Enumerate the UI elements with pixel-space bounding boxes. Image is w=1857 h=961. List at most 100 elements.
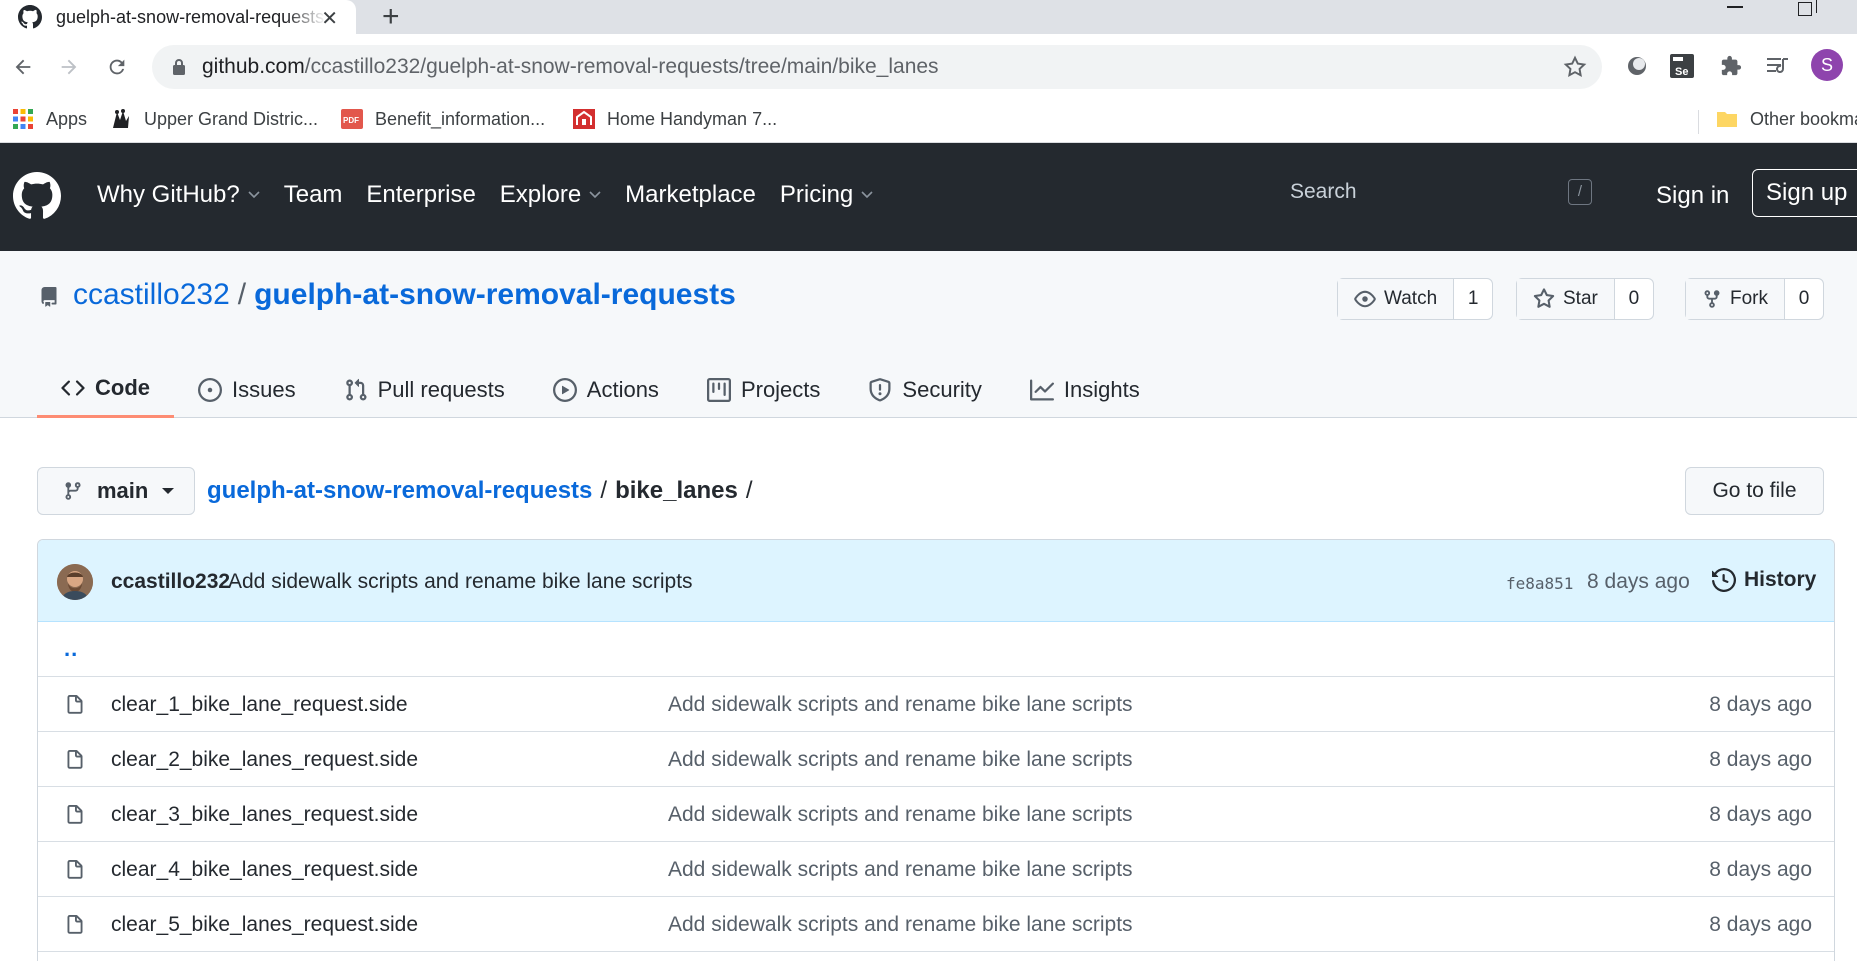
table-row: clear_4_bike_lanes_request.side Add side…	[38, 842, 1834, 897]
sign-in-link[interactable]: Sign in	[1656, 182, 1729, 210]
history-icon	[1712, 568, 1736, 592]
branch-select-button[interactable]: main	[37, 467, 195, 515]
repo-owner-link[interactable]: ccastillo232	[73, 278, 230, 312]
github-logo-icon[interactable]	[13, 172, 61, 220]
browser-tabstrip: guelph-at-snow-removal-requests/bike_lan…	[0, 0, 1857, 34]
nav-pricing[interactable]: Pricing	[780, 181, 873, 209]
commit-sha-link[interactable]: fe8a851	[1506, 574, 1573, 593]
chevron-down-icon	[248, 191, 260, 199]
url-text: github.com/ccastillo232/guelph-at-snow-r…	[202, 55, 939, 79]
tab-pull-requests[interactable]: Pull requests	[320, 361, 529, 418]
file-commit-message-link[interactable]: Add sidewalk scripts and rename bike lan…	[668, 858, 1133, 882]
search-input[interactable]: Search /	[1272, 169, 1600, 215]
new-tab-icon[interactable]: +	[382, 0, 400, 34]
shield-icon	[869, 377, 891, 402]
svg-text:PDF: PDF	[343, 116, 359, 125]
commit-message-link[interactable]: Add sidewalk scripts and rename bike lan…	[228, 570, 693, 594]
tab-code[interactable]: Code	[37, 361, 174, 418]
selenium-extension-icon[interactable]: Se	[1668, 52, 1696, 80]
bookmark-benefit-info[interactable]: PDF Benefit_information...	[341, 108, 545, 130]
tab-actions[interactable]: Actions	[529, 361, 683, 418]
avatar[interactable]	[57, 564, 93, 600]
tab-label: Issues	[232, 376, 296, 402]
profile-avatar[interactable]: S	[1811, 49, 1843, 81]
file-name-link[interactable]: clear_5_bike_lanes_request.side	[111, 913, 418, 937]
go-to-file-button[interactable]: Go to file	[1685, 467, 1824, 515]
file-commit-message-link[interactable]: Add sidewalk scripts and rename bike lan…	[668, 913, 1133, 937]
fork-button-group: Fork 0	[1685, 278, 1824, 320]
window-minimize-icon[interactable]	[1727, 6, 1743, 8]
caret-down-icon	[162, 488, 175, 494]
extensions-puzzle-icon[interactable]	[1717, 52, 1745, 80]
eye-icon	[1354, 290, 1376, 308]
nav-why-github[interactable]: Why GitHub?	[97, 181, 260, 209]
watch-button-group: Watch 1	[1337, 278, 1494, 320]
back-arrow-icon[interactable]	[6, 50, 40, 84]
graph-icon	[1029, 379, 1054, 400]
url-host: github.com	[202, 55, 305, 78]
nav-label: Marketplace	[625, 181, 756, 208]
file-name-link[interactable]: clear_4_bike_lanes_request.side	[111, 858, 418, 882]
github-favicon-icon	[18, 5, 42, 29]
nav-team[interactable]: Team	[284, 181, 343, 209]
browser-tab[interactable]: guelph-at-snow-removal-requests/bike_lan…	[0, 0, 356, 34]
extension-circle-icon[interactable]	[1623, 52, 1651, 80]
forward-arrow-icon[interactable]	[52, 50, 86, 84]
fork-count[interactable]: 0	[1785, 279, 1823, 319]
bookmark-label: Upper Grand Distric...	[144, 108, 319, 129]
bookmark-label: Benefit_information...	[375, 108, 546, 129]
home-hardware-icon	[573, 109, 595, 129]
star-button[interactable]: Star	[1517, 279, 1615, 319]
tab-label: Code	[95, 375, 150, 400]
file-name-link[interactable]: clear_3_bike_lanes_request.side	[111, 803, 418, 827]
reading-list-icon[interactable]	[1764, 52, 1792, 80]
file-commit-message-link[interactable]: Add sidewalk scripts and rename bike lan…	[668, 748, 1133, 772]
bookmark-other[interactable]: Other bookmarks	[1716, 108, 1857, 130]
breadcrumb-repo-link[interactable]: guelph-at-snow-removal-requests	[207, 477, 592, 505]
svg-text:Se: Se	[1675, 66, 1688, 78]
file-age: 8 days ago	[1709, 858, 1812, 881]
window-restore-icon[interactable]	[1798, 0, 1817, 16]
tab-insights[interactable]: Insights	[1006, 361, 1164, 418]
watch-count[interactable]: 1	[1454, 279, 1493, 319]
pdf-icon: PDF	[341, 109, 363, 129]
sign-up-button[interactable]: Sign up	[1752, 169, 1857, 217]
tab-issues[interactable]: Issues	[174, 361, 320, 418]
nav-label: Explore	[499, 181, 582, 208]
watch-label: Watch	[1384, 288, 1438, 309]
repo-icon	[41, 287, 57, 307]
history-link[interactable]: History	[1712, 568, 1816, 592]
lock-icon	[173, 59, 185, 75]
parent-directory-link[interactable]: ..	[64, 636, 78, 662]
tab-security[interactable]: Security	[844, 361, 1005, 418]
tab-close-icon[interactable]: ✕	[321, 6, 338, 31]
file-commit-message-link[interactable]: Add sidewalk scripts and rename bike lan…	[668, 803, 1133, 827]
nav-marketplace[interactable]: Marketplace	[625, 181, 756, 209]
bookmark-apps[interactable]: Apps	[12, 108, 87, 130]
file-age: 8 days ago	[1709, 913, 1812, 936]
branch-icon	[65, 482, 81, 500]
nav-explore[interactable]: Explore	[500, 181, 601, 209]
table-row: clear_3_bike_lanes_request.side Add side…	[38, 787, 1834, 842]
bookmark-home-handyman[interactable]: Home Handyman 7...	[573, 108, 777, 130]
search-placeholder: Search	[1290, 180, 1357, 203]
nav-enterprise[interactable]: Enterprise	[366, 181, 475, 209]
commit-author-link[interactable]: ccastillo232	[111, 570, 230, 594]
file-name-link[interactable]: clear_2_bike_lanes_request.side	[111, 748, 418, 772]
reload-icon[interactable]	[100, 50, 134, 84]
bookmark-upper-grand[interactable]: Upper Grand Distric...	[110, 108, 318, 130]
file-icon	[67, 750, 83, 769]
fork-button[interactable]: Fork	[1686, 279, 1785, 319]
bookmark-star-icon[interactable]	[1562, 54, 1588, 80]
file-rows: clear_1_bike_lane_request.side Add sidew…	[38, 677, 1834, 952]
file-commit-message-link[interactable]: Add sidewalk scripts and rename bike lan…	[668, 693, 1133, 717]
star-count[interactable]: 0	[1614, 279, 1653, 319]
file-icon	[67, 860, 83, 879]
address-bar[interactable]: github.com/ccastillo232/guelph-at-snow-r…	[152, 45, 1602, 89]
tab-projects[interactable]: Projects	[683, 361, 844, 418]
watch-button[interactable]: Watch	[1338, 279, 1455, 319]
url-path: /ccastillo232/guelph-at-snow-removal-req…	[304, 55, 939, 78]
file-name-link[interactable]: clear_1_bike_lane_request.side	[111, 693, 408, 717]
repo-name-link[interactable]: guelph-at-snow-removal-requests	[254, 278, 736, 312]
tab-label: Projects	[740, 376, 821, 402]
